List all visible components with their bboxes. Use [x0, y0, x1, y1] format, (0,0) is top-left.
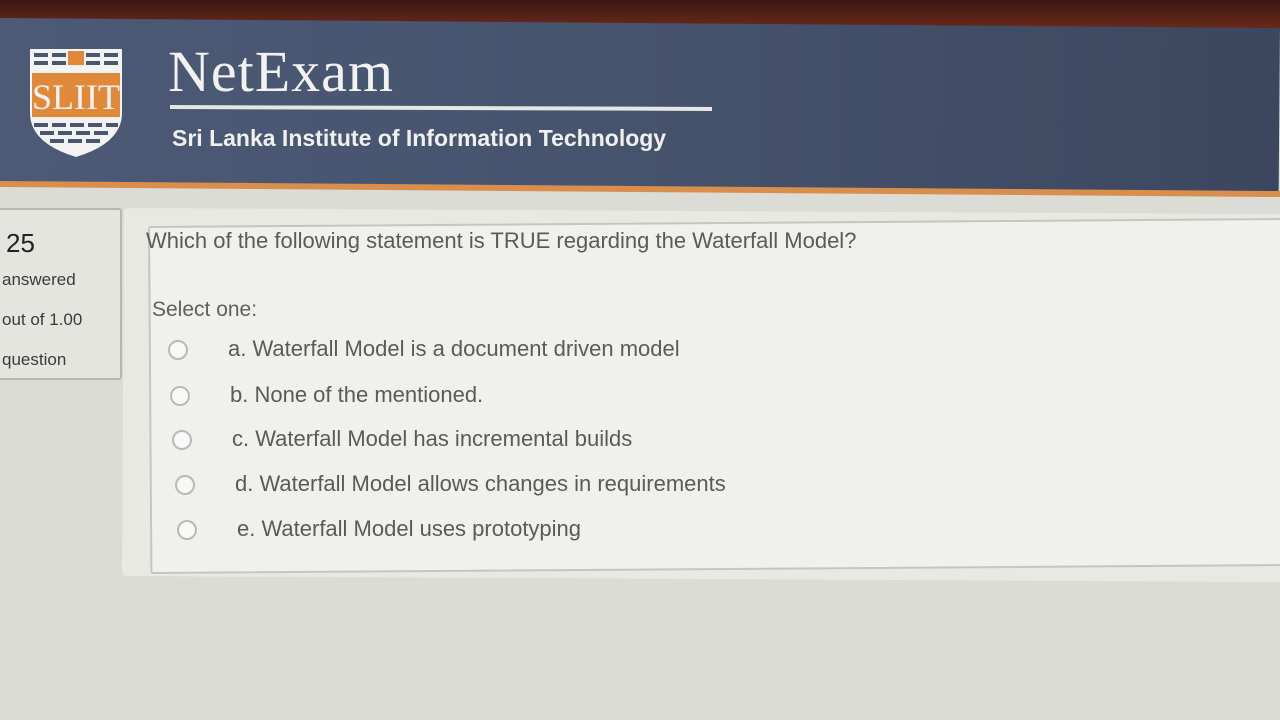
- flag-question-link[interactable]: question: [2, 350, 66, 370]
- question-text: Which of the following statement is TRUE…: [146, 228, 857, 253]
- question-marks: out of 1.00: [2, 310, 83, 329]
- sliit-shield-icon: SLIIT: [30, 49, 122, 157]
- radio-button[interactable]: [172, 430, 192, 450]
- question-info-panel: 25 answered out of 1.00 question: [0, 208, 122, 380]
- sliit-logo[interactable]: SLIIT: [28, 47, 124, 159]
- answer-option-label[interactable]: e. Waterfall Model uses prototyping: [237, 516, 581, 542]
- answer-option-label[interactable]: a. Waterfall Model is a document driven …: [228, 336, 680, 362]
- answer-option-label[interactable]: c. Waterfall Model has incremental build…: [232, 426, 632, 452]
- answer-option-label[interactable]: b. None of the mentioned.: [230, 382, 483, 408]
- question-number: 25: [6, 228, 35, 258]
- select-one-prompt: Select one:: [152, 298, 258, 321]
- answer-option-label[interactable]: d. Waterfall Model allows changes in req…: [235, 471, 726, 497]
- svg-text:SLIIT: SLIIT: [32, 77, 120, 117]
- radio-button[interactable]: [168, 340, 188, 360]
- radio-button[interactable]: [177, 520, 197, 540]
- radio-button[interactable]: [175, 475, 195, 495]
- institute-name: Sri Lanka Institute of Information Techn…: [172, 125, 667, 151]
- question-status: answered: [2, 270, 76, 289]
- app-title: NetExam: [168, 39, 395, 104]
- radio-button[interactable]: [170, 386, 190, 406]
